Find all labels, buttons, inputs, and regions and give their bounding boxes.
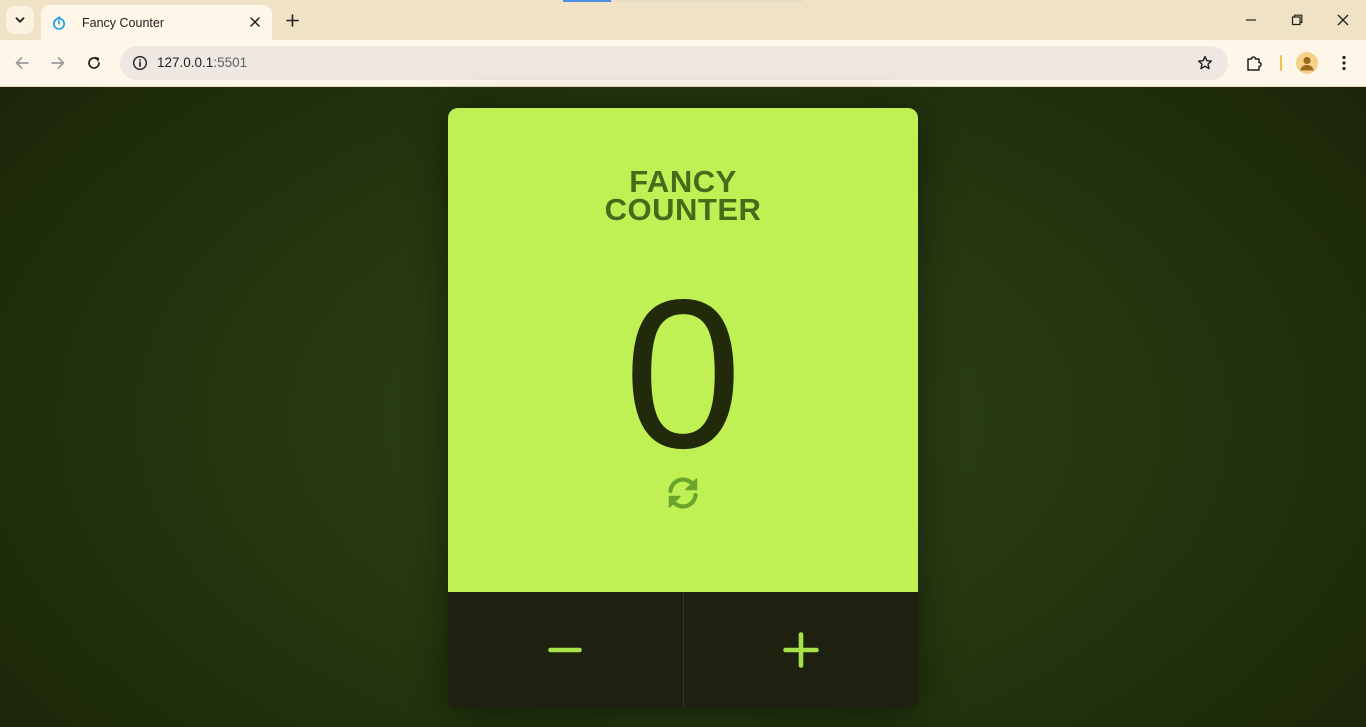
- plus-icon: [782, 632, 819, 668]
- person-icon: [1300, 56, 1314, 71]
- url-text[interactable]: 127.0.0.1:5501: [157, 55, 247, 70]
- page-viewport: FANCY COUNTER 0: [0, 87, 1366, 727]
- counter-card: FANCY COUNTER 0: [448, 108, 918, 708]
- tab-scroll-indicator: [563, 0, 803, 2]
- address-bar[interactable]: 127.0.0.1:5501: [120, 46, 1228, 80]
- close-window-button[interactable]: [1320, 5, 1366, 35]
- decrement-button[interactable]: [448, 592, 683, 708]
- minimize-icon: [1246, 19, 1256, 21]
- tab-search-button[interactable]: [6, 6, 34, 34]
- browser-tab[interactable]: Fancy Counter: [41, 5, 272, 40]
- tab-title: Fancy Counter: [82, 15, 164, 30]
- back-button[interactable]: [8, 49, 36, 77]
- counter-title: FANCY COUNTER: [448, 166, 918, 227]
- reset-button[interactable]: [664, 474, 702, 512]
- info-icon: [132, 55, 148, 71]
- extensions-button[interactable]: [1240, 49, 1268, 77]
- reload-icon: [88, 56, 100, 69]
- restore-icon: [1291, 14, 1303, 26]
- url-port: :5501: [213, 55, 248, 70]
- plus-icon: [285, 13, 299, 27]
- reload-button[interactable]: [80, 49, 108, 77]
- stopwatch-icon: [51, 15, 67, 31]
- arrow-right-icon: [51, 57, 65, 69]
- refresh-icon: [668, 477, 698, 509]
- star-icon: [1198, 55, 1212, 70]
- close-icon: [1337, 14, 1349, 26]
- forward-button[interactable]: [44, 49, 72, 77]
- restore-button[interactable]: [1274, 5, 1320, 35]
- tab-strip: Fancy Counter: [0, 0, 1366, 40]
- chevron-down-icon: [15, 17, 25, 23]
- minus-icon: [548, 647, 583, 653]
- minimize-button[interactable]: [1228, 5, 1274, 35]
- site-info-button[interactable]: [128, 51, 152, 75]
- counter-controls: [448, 592, 918, 708]
- browser-menu-button[interactable]: [1330, 49, 1358, 77]
- browser-toolbar: 127.0.0.1:5501: [0, 40, 1366, 87]
- toolbar-divider: [1280, 55, 1282, 71]
- new-tab-button[interactable]: [280, 8, 304, 32]
- close-icon: [250, 17, 260, 27]
- counter-value: 0: [624, 255, 742, 492]
- avatar: [1296, 52, 1318, 74]
- kebab-menu-icon: [1342, 55, 1346, 71]
- arrow-left-icon: [15, 57, 29, 69]
- puzzle-icon: [1247, 56, 1262, 71]
- profile-button[interactable]: [1293, 49, 1321, 77]
- bookmark-button[interactable]: [1194, 52, 1216, 74]
- counter-title-line-2: COUNTER: [604, 192, 762, 227]
- increment-button[interactable]: [684, 592, 919, 708]
- url-host: 127.0.0.1: [157, 55, 214, 70]
- counter-display-panel: FANCY COUNTER 0: [448, 108, 918, 592]
- tab-close-button[interactable]: [246, 13, 264, 31]
